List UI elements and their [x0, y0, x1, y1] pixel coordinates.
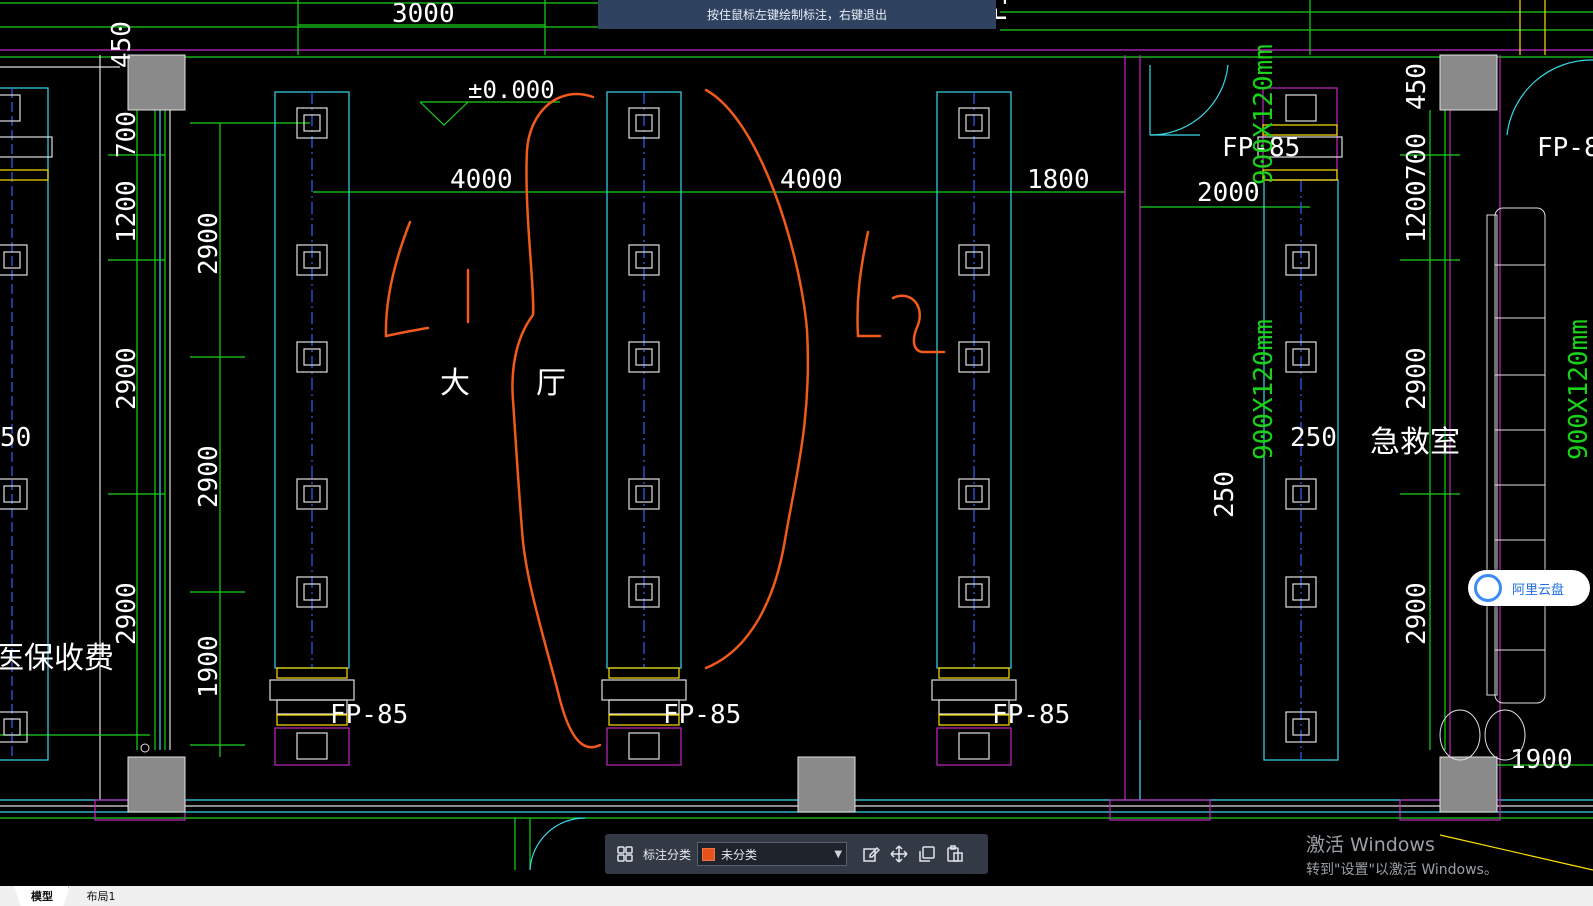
duct-label-3: 900X120mm: [1564, 319, 1593, 460]
annotation-toolbar: 标注分类 未分类 ▼: [605, 834, 988, 874]
dim-4000-a: 4000: [450, 165, 513, 195]
fan-coil-unit-4: [1263, 179, 1339, 761]
tab-model[interactable]: 模型: [14, 886, 70, 906]
annotation-tip-banner: 按住鼠标左键绘制标注，右键退出: [598, 0, 996, 29]
dim-50: 50: [0, 423, 31, 453]
fan-coil-unit-1: [269, 91, 355, 766]
paste-icon[interactable]: [941, 840, 969, 868]
copy-icon[interactable]: [913, 840, 941, 868]
duct-label-1: 900X120mm: [1249, 44, 1279, 185]
dim-2900-c: 2900: [194, 445, 224, 508]
dim-elevation: ±0.000: [468, 76, 555, 104]
dim-3000: 3000: [392, 0, 455, 29]
edit-icon[interactable]: [857, 840, 885, 868]
room-insurance: 医保收费: [0, 641, 114, 676]
dim-1900: 1900: [194, 635, 224, 698]
watermark-subtitle: 转到"设置"以激活 Windows。: [1306, 862, 1498, 878]
tab-layout1[interactable]: 布局1: [68, 886, 133, 906]
windows-activation-watermark: 激活 Windows 转到"设置"以激活 Windows。: [1306, 830, 1498, 879]
svg-text:2900: 2900: [1402, 347, 1432, 410]
furniture: [140, 207, 1546, 761]
fan-coil-unit-2: [601, 91, 687, 766]
fp-label-2: FP-85: [663, 700, 741, 730]
dim-1200: 1200: [112, 180, 142, 243]
dim-450: 450: [107, 21, 137, 68]
cloud-drive-label: 阿里云盘: [1512, 582, 1565, 598]
dim-1800: 1800: [1027, 165, 1090, 195]
dim-2900-b: 2900: [112, 347, 142, 410]
watermark-title: 激活 Windows: [1306, 834, 1435, 856]
svg-text:2900: 2900: [1402, 582, 1432, 645]
svg-text:2900: 2900: [112, 582, 142, 645]
grid-icon[interactable]: [611, 840, 639, 868]
dim-2900-a: 2900: [194, 212, 224, 275]
dim-250-a: 250: [1290, 423, 1337, 453]
room-hall-2: 厅: [536, 366, 566, 401]
dim-1900-b: 1900: [1510, 745, 1573, 775]
category-color-swatch: [702, 847, 716, 861]
svg-text:700: 700: [1402, 133, 1432, 180]
chevron-down-icon: ▼: [834, 848, 843, 860]
room-emergency: 急救室: [1370, 425, 1460, 460]
svg-text:1200: 1200: [1402, 180, 1432, 243]
tip-text: 按住鼠标左键绘制标注，右键退出: [706, 8, 887, 22]
fan-coil-unit-3: [931, 91, 1017, 766]
dim-250-b: 250: [1210, 471, 1240, 518]
cad-canvas[interactable]: 3000 ±0.000 4000 4000 1800 2000 450 700 …: [0, 0, 1593, 906]
dim-700: 700: [112, 111, 142, 158]
cloud-drive-icon: [1474, 574, 1502, 602]
room-hall-1: 大: [440, 366, 470, 401]
annotation-category-select[interactable]: 未分类 ▼: [697, 842, 848, 866]
fp-label-5: FP-85: [1537, 133, 1593, 163]
fp-label-1: FP-85: [330, 700, 408, 730]
annotation-category-label: 标注分类: [643, 847, 692, 862]
fp-label-3: FP-85: [992, 700, 1070, 730]
category-select-value: 未分类: [721, 847, 758, 862]
layout-tab-bar: 模型 布局1: [0, 886, 1593, 906]
dim-4000-b: 4000: [780, 165, 843, 195]
svg-text:450: 450: [1402, 63, 1432, 110]
aliyun-drive-widget[interactable]: 阿里云盘: [1468, 570, 1590, 606]
duct-label-2: 900X120mm: [1249, 319, 1279, 460]
move-icon[interactable]: [885, 840, 913, 868]
